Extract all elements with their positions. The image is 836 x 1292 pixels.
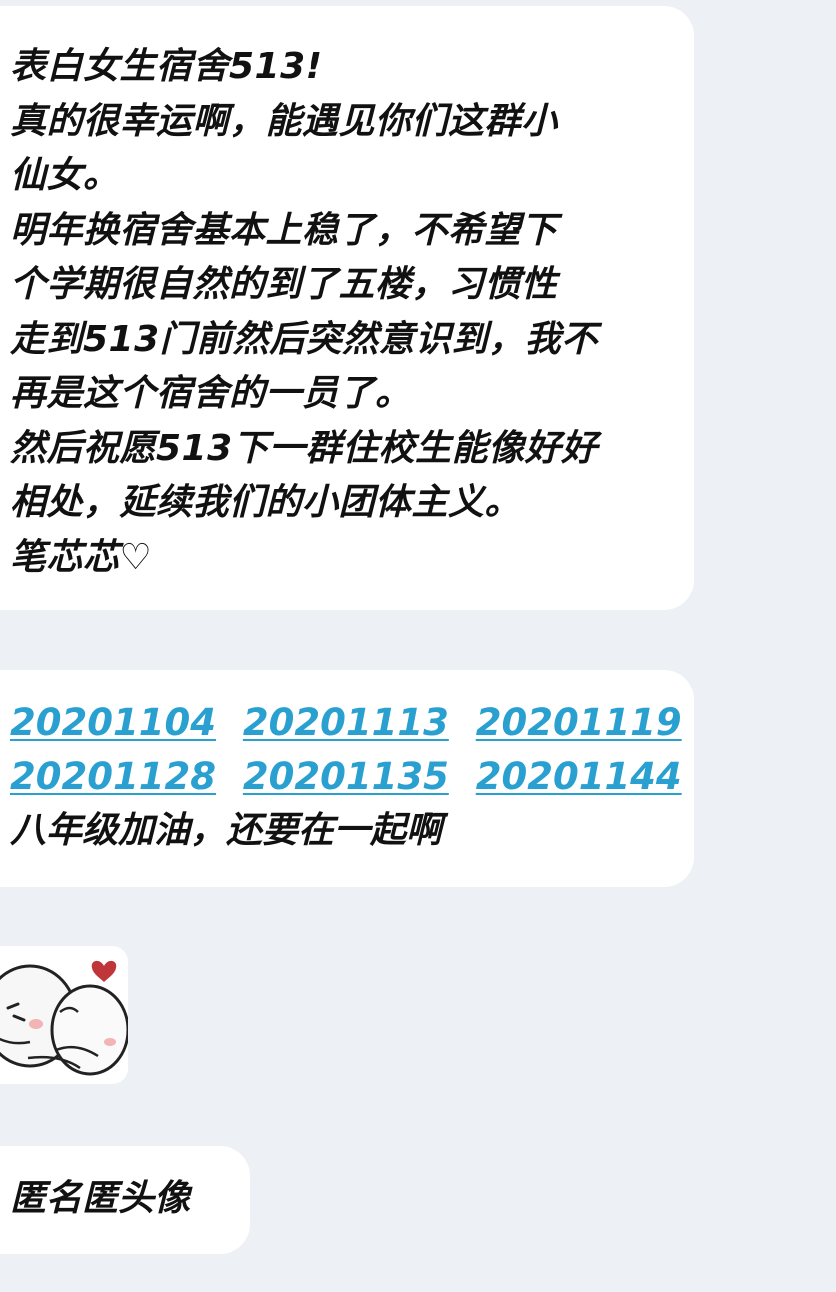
message-line: 真的很幸运啊，能遇见你们这群小 <box>10 100 558 142</box>
message-line: 明年换宿舍基本上稳了，不希望下 <box>10 209 558 251</box>
student-id-link[interactable]: 20201144 <box>476 755 682 798</box>
message-bubble-anonymous[interactable]: 匿名匿头像 <box>0 1146 250 1254</box>
message-line: 个学期很自然的到了五楼，习惯性 <box>10 264 558 305</box>
message-text: 八年级加油，还要在一起啊 <box>10 810 443 851</box>
message-bubble-student-ids[interactable]: 20201104 20201113 20201119 20201128 2020… <box>0 670 694 887</box>
student-id-link[interactable]: 20201119 <box>476 701 682 744</box>
hugging-cartoon-icon <box>0 946 128 1084</box>
message-line: 再是这个宿舍的一员了。 <box>10 373 412 414</box>
message-line: 相处，延续我们的小团体主义。 <box>10 482 522 523</box>
hugging-sticker-image[interactable] <box>0 946 128 1084</box>
student-id-link[interactable]: 20201104 <box>10 701 216 744</box>
student-id-link[interactable]: 20201113 <box>243 701 449 744</box>
message-line: 表白女生宿舍513! <box>10 46 323 87</box>
student-id-link[interactable]: 20201135 <box>243 755 449 798</box>
message-line: 仙女。 <box>10 155 120 196</box>
message-line: 然后祝愿513下一群住校生能像好好 <box>10 427 598 469</box>
student-id-links-row: 20201128 20201135 20201144 <box>10 750 682 804</box>
student-id-link[interactable]: 20201128 <box>10 755 216 798</box>
message-text: 匿名匿头像 <box>10 1178 191 1219</box>
message-bubble-confession[interactable]: 表白女生宿舍513! 真的很幸运啊，能遇见你们这群小 仙女。 明年换宿舍基本上稳… <box>0 6 694 610</box>
message-line: 笔芯芯♡ <box>10 536 153 578</box>
message-line: 走到513门前然后突然意识到，我不 <box>10 318 598 360</box>
student-id-links-row: 20201104 20201113 20201119 <box>10 696 682 750</box>
